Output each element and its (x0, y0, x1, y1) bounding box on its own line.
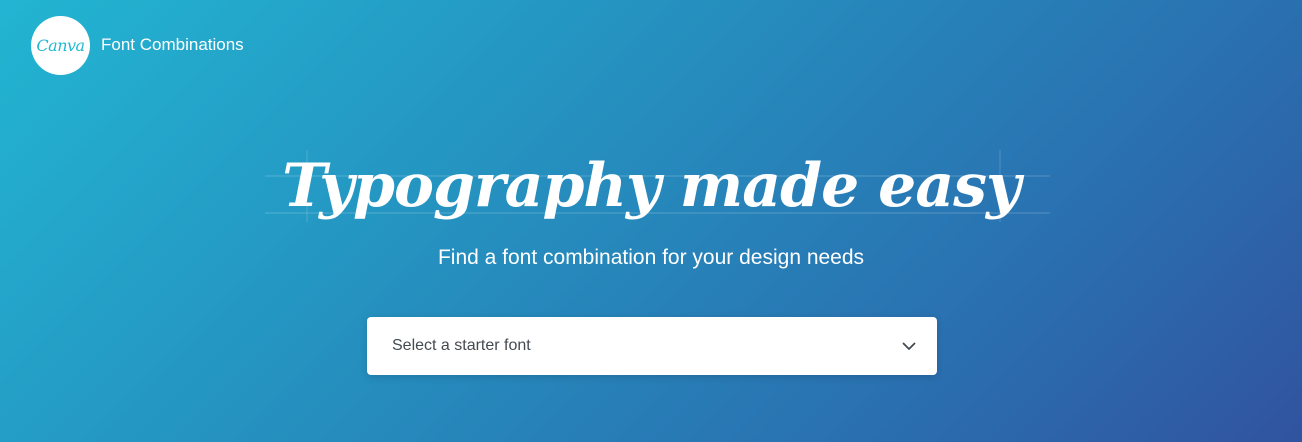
canva-logo-text: Canva (36, 36, 85, 55)
starter-font-select[interactable]: Select a starter font (367, 317, 937, 375)
hero-section: Canva Font Combinations Typography made … (0, 0, 1302, 442)
hero-subheadline: Find a font combination for your design … (437, 246, 865, 269)
page-title: Font Combinations (101, 35, 244, 54)
chevron-down-icon (901, 338, 917, 354)
canva-logo[interactable]: Canva (31, 16, 90, 75)
starter-font-select-label: Select a starter font (392, 337, 531, 354)
hero-headline: Typography made easy (282, 151, 1021, 221)
